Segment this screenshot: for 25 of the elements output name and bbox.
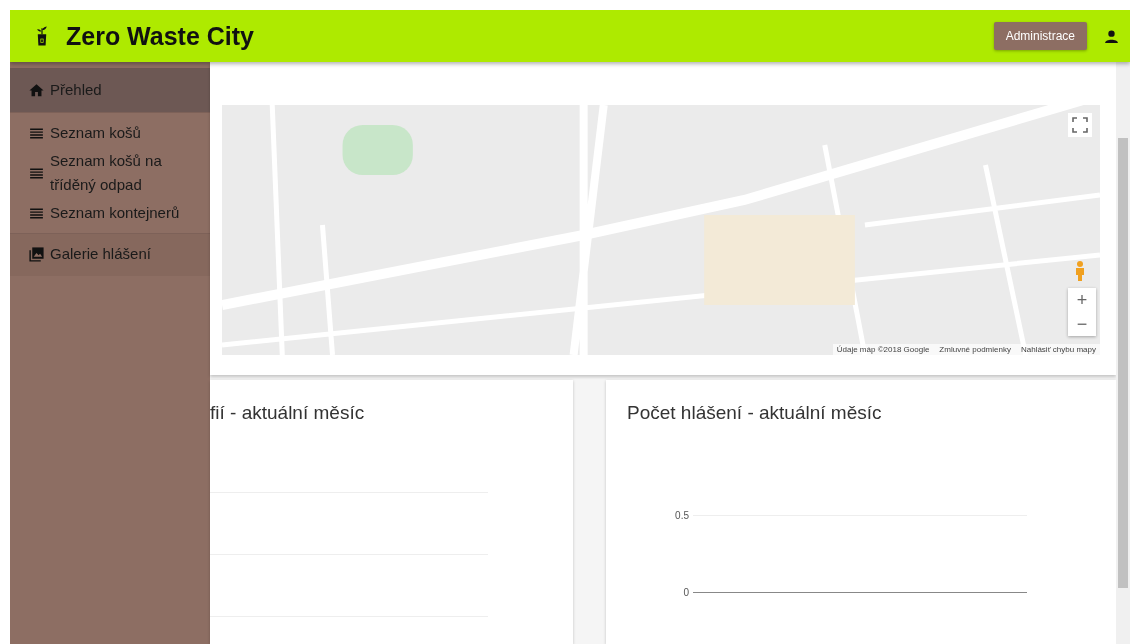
chart-title: Počet hlášení - aktuální měsíc (627, 402, 883, 424)
axis-tick-label: 0 (682, 586, 690, 598)
zoom-in-button[interactable]: + (1068, 288, 1096, 312)
map-attribution-link[interactable]: Nahlásiť chybu mapy (1020, 345, 1096, 354)
user-icon[interactable] (1103, 27, 1120, 45)
person-figure-icon[interactable] (1074, 260, 1086, 282)
map-attribution-link[interactable]: Údaje máp ©2018 Google (836, 345, 930, 354)
sidebar-item[interactable]: Seznam košů (10, 119, 210, 147)
administration-button[interactable]: Administrace (993, 22, 1087, 50)
map-placeholder[interactable]: + − Údaje máp ©2018 Google Zmluvné podmienky Nahlásiť chybu mapy (222, 105, 1100, 355)
chart-title: fií - aktuální měsíc (210, 402, 366, 424)
map-attribution-link[interactable]: Zmluvné podmienky (939, 345, 1011, 354)
axis-tick-label: 0.5 (674, 509, 690, 521)
fullscreen-button[interactable] (1068, 113, 1092, 137)
sidebar-item[interactable]: Seznam košů na tříděný odpad (10, 147, 210, 199)
home-icon (28, 81, 45, 99)
app-title: Zero Waste City (66, 21, 254, 51)
gallery-icon (28, 245, 45, 263)
scrollbar-thumb[interactable] (1118, 138, 1128, 588)
bin-sprout-logo-icon (36, 24, 48, 48)
sidebar-item[interactable]: Seznam kontejnerů (10, 199, 210, 227)
fullscreen-icon (1072, 117, 1088, 133)
sidebar-item[interactable]: Galerie hlášení (10, 234, 210, 276)
scrollbar[interactable] (1116, 62, 1130, 644)
zoom-out-button[interactable]: − (1068, 312, 1096, 336)
